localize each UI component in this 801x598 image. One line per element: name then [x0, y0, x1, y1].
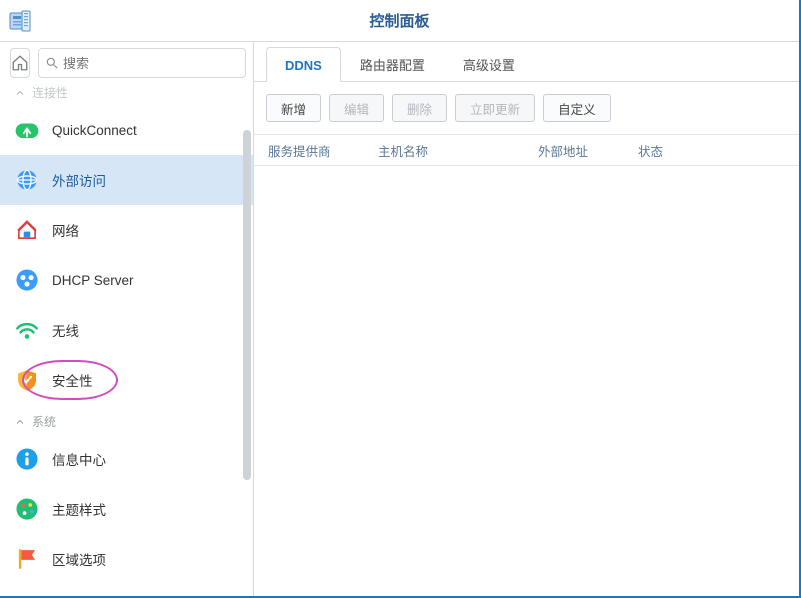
- tab-label: 高级设置: [463, 58, 515, 73]
- tab-label: DDNS: [285, 58, 322, 73]
- section-label: 系统: [32, 413, 56, 430]
- sidebar-item-network[interactable]: 网络: [0, 205, 253, 255]
- window-title: 控制面板: [369, 10, 429, 31]
- add-button[interactable]: 新增: [266, 94, 321, 122]
- sidebar-item-security[interactable]: 安全性: [0, 355, 253, 405]
- th-hostname[interactable]: 主机名称: [378, 141, 538, 160]
- sidebar-item-label: QuickConnect: [52, 123, 137, 138]
- sidebar-item-dhcp[interactable]: DHCP Server: [0, 255, 253, 305]
- sidebar-nav: 连接性 QuickConnect 外部访问 网: [0, 84, 253, 596]
- tab-label: 路由器配置: [360, 58, 425, 73]
- sidebar-item-label: DHCP Server: [52, 273, 134, 288]
- sidebar-item-theme[interactable]: 主题样式: [0, 484, 253, 534]
- tab-advanced[interactable]: 高级设置: [444, 44, 534, 82]
- sidebar-scrollbar-thumb[interactable]: [243, 130, 251, 480]
- tab-router-config[interactable]: 路由器配置: [341, 44, 444, 82]
- sidebar-item-label: 安全性: [52, 370, 93, 390]
- control-panel-icon: [8, 9, 32, 33]
- sidebar-item-info-center[interactable]: 信息中心: [0, 434, 253, 484]
- palette-icon: [14, 496, 40, 522]
- sidebar-item-label: 无线: [52, 320, 79, 340]
- sidebar-item-region[interactable]: 区域选项: [0, 534, 253, 584]
- search-input[interactable]: [63, 56, 239, 71]
- sidebar-item-label: 外部访问: [52, 170, 106, 190]
- table-body: [254, 166, 799, 596]
- network-house-icon: [14, 217, 40, 243]
- titlebar: 控制面板: [0, 0, 799, 42]
- th-external-addr[interactable]: 外部地址: [538, 141, 638, 160]
- cloud-arrow-icon: [14, 117, 40, 143]
- chevron-up-icon: [14, 416, 26, 428]
- search-icon: [45, 56, 59, 70]
- section-label: 连接性: [32, 84, 68, 101]
- table-header-row: 服务提供商 主机名称 外部地址 状态: [254, 134, 799, 166]
- sidebar-item-quickconnect[interactable]: QuickConnect: [0, 105, 253, 155]
- th-provider[interactable]: 服务提供商: [268, 141, 378, 160]
- home-button[interactable]: [10, 48, 30, 78]
- tab-ddns[interactable]: DDNS: [266, 47, 341, 82]
- tab-bar: DDNS 路由器配置 高级设置: [254, 42, 799, 82]
- search-input-container[interactable]: [38, 48, 246, 78]
- sidebar-item-label: 信息中心: [52, 449, 106, 469]
- home-icon: [11, 54, 29, 72]
- sidebar-item-wireless[interactable]: 无线: [0, 305, 253, 355]
- shield-icon: [14, 367, 40, 393]
- sidebar-search-row: [0, 42, 253, 84]
- th-status[interactable]: 状态: [638, 141, 785, 160]
- update-now-button[interactable]: 立即更新: [455, 94, 535, 122]
- section-header-connectivity[interactable]: 连接性: [0, 84, 253, 105]
- toolbar: 新增 编辑 删除 立即更新 自定义: [254, 82, 799, 134]
- info-icon: [14, 446, 40, 472]
- content-area: DDNS 路由器配置 高级设置 新增 编辑 删除 立即更新 自定义 服务提供商 …: [254, 42, 799, 596]
- globe-icon: [14, 167, 40, 193]
- chevron-up-icon: [14, 87, 26, 99]
- sidebar-item-external-access[interactable]: 外部访问: [0, 155, 253, 205]
- sidebar: 连接性 QuickConnect 外部访问 网: [0, 42, 254, 596]
- delete-button[interactable]: 删除: [392, 94, 447, 122]
- flag-icon: [14, 546, 40, 572]
- sidebar-item-label: 区域选项: [52, 549, 106, 569]
- edit-button[interactable]: 编辑: [329, 94, 384, 122]
- dhcp-icon: [14, 267, 40, 293]
- section-header-system[interactable]: 系统: [0, 405, 253, 434]
- sidebar-item-label: 主题样式: [52, 499, 106, 519]
- wifi-icon: [14, 317, 40, 343]
- sidebar-item-label: 网络: [52, 220, 79, 240]
- main-area: 连接性 QuickConnect 外部访问 网: [0, 42, 799, 596]
- custom-button[interactable]: 自定义: [543, 94, 611, 122]
